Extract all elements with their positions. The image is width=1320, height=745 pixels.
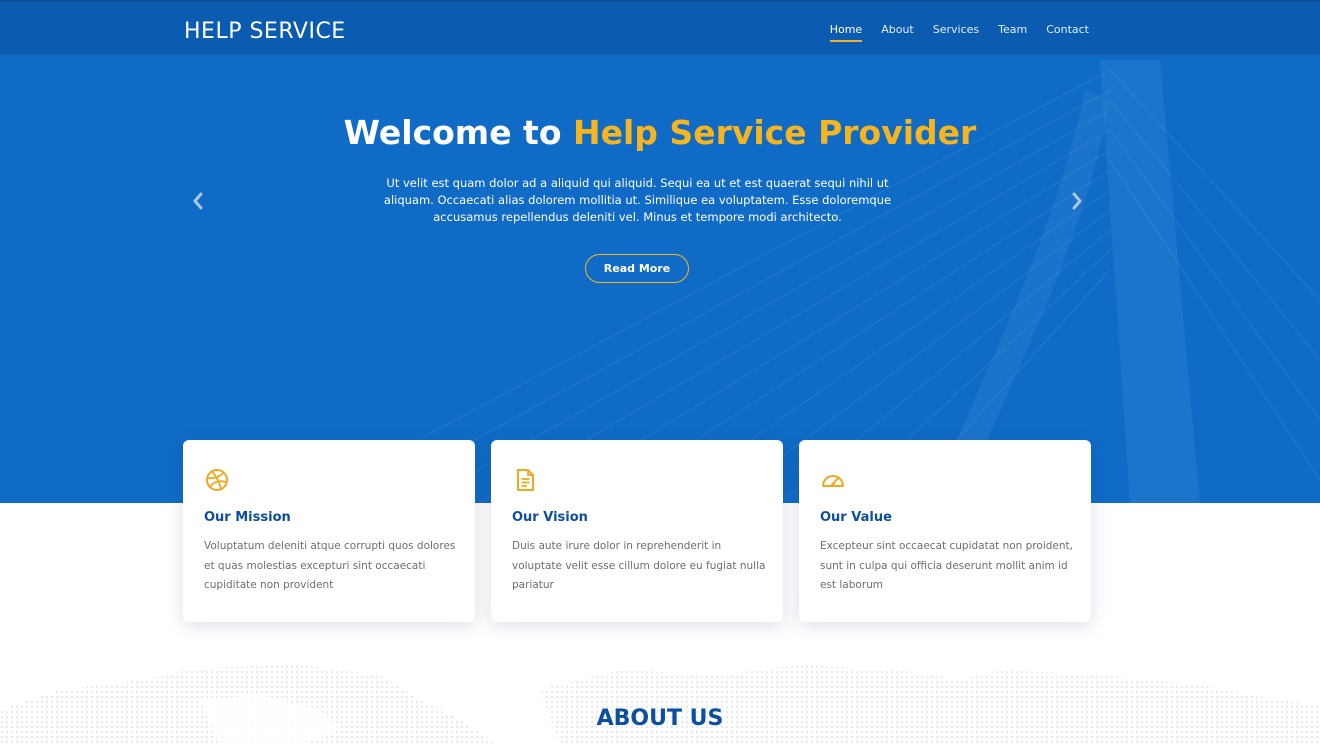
- card-title: Our Value: [820, 510, 892, 525]
- hero-background: [0, 0, 1320, 503]
- vision-card: Our Vision Duis aute irure dolor in repr…: [491, 440, 783, 622]
- carousel-prev-button[interactable]: [186, 189, 210, 213]
- file-text-icon: [517, 469, 534, 491]
- chevron-left-icon: [193, 192, 203, 210]
- hero-description: Ut velit est quam dolor ad a aliquid qui…: [383, 176, 892, 224]
- nav-about[interactable]: About: [881, 23, 914, 42]
- hero-title-accent: Help Service Provider: [573, 113, 977, 152]
- site-logo[interactable]: HELP SERVICE: [184, 19, 346, 44]
- card-text: Voluptatum deleniti atque corrupti quos …: [204, 540, 456, 591]
- nav-services[interactable]: Services: [933, 23, 979, 42]
- value-card: Our Value Excepteur sint occaecat cupida…: [799, 440, 1091, 622]
- read-more-button[interactable]: Read More: [585, 254, 689, 283]
- dribbble-icon: [206, 469, 228, 491]
- about-title: ABOUT US: [596, 706, 724, 731]
- card-title: Our Mission: [204, 510, 291, 525]
- card-text: Excepteur sint occaecat cupidatat non pr…: [820, 540, 1073, 591]
- mission-card: Our Mission Voluptatum deleniti atque co…: [183, 440, 475, 622]
- carousel-next-button[interactable]: [1065, 189, 1089, 213]
- nav-team[interactable]: Team: [998, 23, 1027, 42]
- chevron-right-icon: [1072, 192, 1082, 210]
- hero-title-prefix: Welcome to: [343, 113, 573, 152]
- hero-section: Welcome to Help Service Provider Ut veli…: [0, 0, 1320, 503]
- card-text: Duis aute irure dolor in reprehenderit i…: [512, 540, 766, 591]
- hero-title: Welcome to Help Service Provider: [0, 113, 1320, 152]
- speedometer-icon: [822, 475, 844, 487]
- card-title: Our Vision: [512, 510, 588, 525]
- nav-contact[interactable]: Contact: [1046, 23, 1089, 42]
- main-navigation: Home About Services Team Contact: [829, 23, 1089, 42]
- site-header: HELP SERVICE Home About Services Team Co…: [0, 0, 1320, 55]
- nav-home[interactable]: Home: [829, 23, 863, 42]
